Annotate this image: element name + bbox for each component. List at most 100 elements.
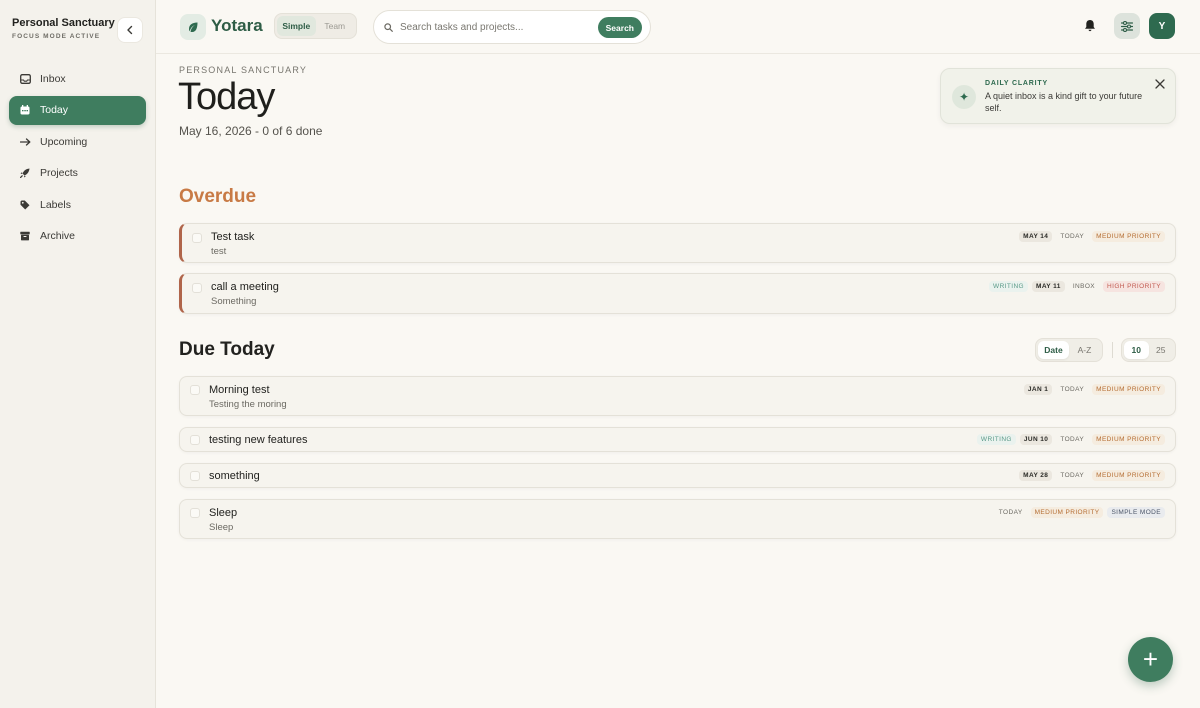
task-description: test (211, 246, 227, 257)
workspace-title: Personal Sanctuary (12, 17, 115, 29)
settings-button[interactable] (1114, 13, 1140, 39)
label-tag: WRITING (976, 434, 1016, 445)
workspace-status: FOCUS MODE ACTIVE (12, 33, 101, 40)
sidebar-item-inbox[interactable]: Inbox (9, 64, 146, 93)
calendar-icon (19, 104, 31, 116)
sidebar-item-label: Upcoming (40, 135, 88, 148)
arrow-right-icon (19, 136, 31, 148)
priority-tag: MEDIUM PRIORITY (1092, 231, 1165, 242)
task-description: Sleep (209, 522, 234, 533)
task-tags: MAY 14 TODAY MEDIUM PRIORITY (1019, 231, 1165, 242)
sort-az-button[interactable]: A-Z (1069, 341, 1100, 359)
list-tag: TODAY (1060, 472, 1085, 479)
due-date-tag: MAY 14 (1019, 231, 1053, 242)
list-tag: INBOX (1072, 283, 1096, 290)
task-card[interactable]: Sleep Sleep TODAY MEDIUM PRIORITY SIMPLE… (179, 499, 1176, 539)
task-checkbox[interactable] (190, 385, 200, 395)
task-tags: JAN 1 TODAY MEDIUM PRIORITY (1023, 384, 1165, 395)
task-title: something (209, 470, 260, 482)
page-size-25-button[interactable]: 25 (1149, 341, 1174, 359)
label-tag: WRITING (989, 281, 1028, 292)
list-tag: TODAY (1060, 233, 1085, 240)
sidebar-item-label: Projects (40, 167, 78, 179)
sidebar-item-archive[interactable]: Archive (9, 222, 146, 251)
close-icon (1155, 79, 1165, 89)
task-checkbox[interactable] (190, 508, 200, 518)
workspace-block: Personal Sanctuary FOCUS MODE ACTIVE (12, 17, 115, 40)
sparkle-icon: ✦ (952, 85, 976, 109)
task-title: testing new features (209, 434, 308, 446)
tip-text: A quiet inbox is a kind gift to your fut… (985, 91, 1143, 113)
sidebar-item-label: Inbox (40, 72, 66, 85)
sidebar-item-upcoming[interactable]: Upcoming (9, 127, 146, 156)
task-title: call a meeting (211, 281, 279, 293)
page-eyebrow: PERSONAL SANCTUARY (179, 65, 308, 75)
task-tags: MAY 28 TODAY MEDIUM PRIORITY (1019, 470, 1165, 481)
task-tags: WRITING JUN 10 TODAY MEDIUM PRIORITY (976, 434, 1165, 445)
list-tag: TODAY (1060, 386, 1085, 393)
toolbar-divider (1112, 342, 1113, 358)
search-input[interactable] (400, 21, 590, 33)
sidebar-item-today[interactable]: Today (9, 95, 146, 125)
sidebar-item-projects[interactable]: Projects (9, 159, 146, 188)
due-date-tag: JUN 10 (1019, 434, 1053, 445)
close-tip-button[interactable] (1154, 78, 1166, 90)
date-progress: May 16, 2026 - 0 of 6 done (179, 124, 323, 138)
sidebar-item-label: Labels (40, 198, 71, 211)
task-title: Test task (211, 231, 255, 243)
task-checkbox[interactable] (190, 471, 200, 481)
tip-title: DAILY CLARITY (985, 80, 1048, 87)
priority-tag: MEDIUM PRIORITY (1092, 470, 1165, 481)
inbox-icon (19, 73, 31, 85)
task-card[interactable]: Test task test MAY 14 TODAY MEDIUM PRIOR… (179, 223, 1176, 263)
page-title: Today (178, 76, 275, 118)
priority-tag: MEDIUM PRIORITY (1030, 507, 1104, 518)
sidebar-item-label: Today (40, 104, 69, 116)
task-checkbox[interactable] (192, 233, 202, 243)
rocket-icon (19, 167, 31, 179)
sidebar-item-label: Archive (40, 230, 76, 242)
overdue-heading: Overdue (179, 186, 257, 207)
daily-clarity-card: ✦ DAILY CLARITY A quiet inbox is a kind … (940, 68, 1176, 124)
archive-icon (19, 230, 31, 242)
page-size-10-button[interactable]: 10 (1124, 341, 1149, 359)
task-card[interactable]: testing new features WRITING JUN 10 TODA… (179, 427, 1176, 452)
priority-tag: MEDIUM PRIORITY (1092, 434, 1165, 445)
task-tags: WRITING MAY 11 INBOX HIGH PRIORITY (989, 281, 1165, 292)
sliders-icon (1121, 20, 1133, 32)
sort-date-button[interactable]: Date (1038, 341, 1069, 359)
sidebar-item-labels[interactable]: Labels (9, 190, 146, 219)
task-title: Morning test (209, 384, 270, 396)
sort-toggle: Date A-Z (1035, 338, 1103, 362)
sidebar-nav: Inbox Today Upcoming Projects Labels Arc… (9, 64, 146, 253)
tag-icon (19, 199, 31, 211)
app-logo (180, 14, 206, 40)
collapse-sidebar-button[interactable] (117, 17, 143, 43)
task-card[interactable]: Morning test Testing the moring JAN 1 TO… (179, 376, 1176, 416)
search-button[interactable]: Search (597, 17, 642, 38)
bell-icon (1085, 20, 1095, 32)
sidebar: Personal Sanctuary FOCUS MODE ACTIVE Inb… (0, 0, 156, 708)
task-card[interactable]: something MAY 28 TODAY MEDIUM PRIORITY (179, 463, 1176, 488)
list-tag: TODAY (998, 509, 1023, 516)
app-name: Yotara (211, 16, 263, 35)
task-title: Sleep (209, 507, 238, 519)
task-card[interactable]: call a meeting Something WRITING MAY 11 … (179, 273, 1176, 314)
task-checkbox[interactable] (192, 283, 202, 293)
due-date-tag: MAY 28 (1019, 470, 1053, 481)
mode-simple-button[interactable]: Simple (277, 16, 316, 36)
mode-team-button[interactable]: Team (316, 16, 355, 36)
task-checkbox[interactable] (190, 435, 200, 445)
search-icon (384, 22, 393, 32)
task-description: Testing the moring (209, 399, 287, 410)
add-task-button[interactable]: + (1128, 637, 1173, 682)
list-tag: TODAY (1060, 436, 1085, 443)
avatar[interactable]: Y (1149, 13, 1175, 39)
notifications-button[interactable] (1084, 19, 1098, 33)
task-tags: TODAY MEDIUM PRIORITY SIMPLE MODE (995, 507, 1165, 518)
chevron-left-icon (127, 25, 133, 35)
due-date-tag: JAN 1 (1023, 384, 1053, 395)
priority-tag: MEDIUM PRIORITY (1092, 384, 1165, 395)
mode-toggle: Simple Team (274, 13, 357, 39)
due-today-heading: Due Today (179, 339, 275, 360)
